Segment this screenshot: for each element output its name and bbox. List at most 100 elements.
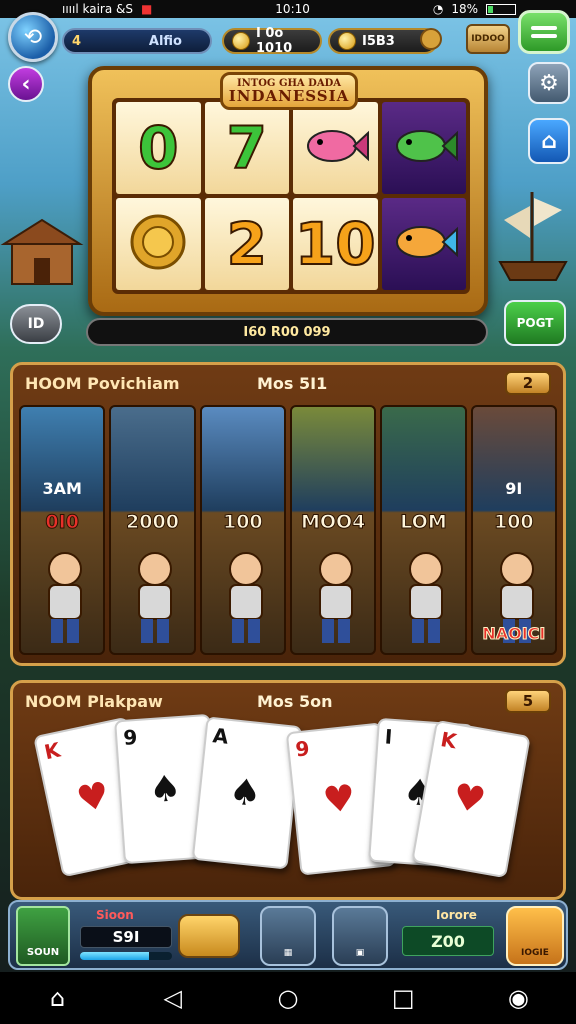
back-button[interactable]: ‹: [8, 66, 44, 102]
reel-cell: 2: [204, 198, 289, 290]
card-panel: NOOM Plakpaw Mos 5on 5 K ♥ 9 ♠ A ♠ 9 ♥ I ♠ K ♥: [10, 680, 566, 900]
android-nav-bar: ⌂ ◁ ○ □ ◉: [0, 972, 576, 1024]
refresh-icon: ⟲: [23, 24, 43, 50]
nav-recents-icon[interactable]: □: [383, 978, 423, 1018]
nav-home-icon[interactable]: ⌂: [38, 978, 78, 1018]
reel-cell: 7: [204, 102, 289, 194]
slot-readout-value: I60 R00 099: [243, 324, 331, 340]
chest-icon: ▣: [355, 948, 365, 958]
nav-extra-icon[interactable]: ◉: [498, 978, 538, 1018]
profile-button[interactable]: ⟲: [8, 12, 58, 62]
xp-value-box: S9I: [80, 926, 172, 948]
character-card[interactable]: LOM: [380, 405, 467, 655]
left-action-button[interactable]: ID: [10, 304, 62, 344]
shop-button[interactable]: IDDOO: [466, 24, 510, 54]
menu-line-icon: [531, 34, 557, 38]
gem-icon: [338, 32, 356, 50]
left-action-label: ID: [27, 316, 45, 332]
stage-label: SOUN: [26, 947, 60, 958]
inventory-button[interactable]: ▦: [260, 906, 316, 966]
slot-title-line-2: INDANESSIA: [228, 86, 350, 105]
gold-coin-icon: [128, 212, 188, 276]
right-action-button[interactable]: POGT: [504, 300, 566, 346]
character-grid: 3AM 0I0 2000 100 MOO4 LOM 9I 100 NAOICI: [19, 405, 557, 655]
character-panel-title: HOOM Povichiam: [25, 373, 180, 393]
xp-value: S9I: [112, 928, 140, 946]
character-panel-subtitle: Mos 5I1: [257, 373, 328, 393]
coin-balance-value: I 0o 1010: [256, 26, 293, 56]
card-panel-header: NOOM Plakpaw Mos 5on: [13, 683, 563, 719]
settings-button[interactable]: ⚙: [528, 62, 570, 104]
xp-progress-bar: [80, 952, 172, 960]
menu-line-icon: [531, 26, 557, 30]
character-card-top-label: 3AM: [42, 479, 82, 498]
stage-button[interactable]: SOUN: [16, 906, 70, 966]
win-value-box: Z00: [402, 926, 494, 956]
spin-button[interactable]: [178, 914, 240, 958]
green-fish-icon: [389, 121, 459, 175]
level-pill[interactable]: 4 Alfio: [62, 28, 212, 54]
character-card-value: LOM: [400, 511, 448, 534]
heart-suit-icon: ♥: [73, 774, 114, 822]
home-button[interactable]: ⌂: [528, 118, 570, 164]
character-panel: HOOM Povichiam Mos 5I1 2 3AM 0I0 2000 100 MO…: [10, 362, 566, 666]
gift-icon[interactable]: [420, 28, 442, 50]
heart-suit-icon: ♥: [449, 776, 489, 823]
character-card[interactable]: MOO4: [290, 405, 377, 655]
xp-label: Sioon: [96, 908, 134, 922]
pink-fish-icon: [300, 121, 370, 175]
playing-card-rank: A: [211, 723, 230, 749]
character-card[interactable]: 2000: [109, 405, 196, 655]
character-card-value: MOO4: [300, 511, 366, 534]
reel-cell: [381, 198, 466, 290]
inventory-icon: ▦: [283, 948, 293, 958]
character-card-name: NAOICI: [482, 624, 546, 644]
menu-button[interactable]: [518, 10, 570, 54]
reel-symbol-number: 7: [226, 114, 268, 182]
reel-cell: [116, 198, 201, 290]
spade-suit-icon: ♠: [147, 768, 183, 812]
playing-card-rank: 9: [122, 724, 139, 750]
win-value: Z00: [431, 931, 465, 951]
reel-symbol-number: 10: [294, 210, 377, 278]
character-card[interactable]: 100: [199, 405, 286, 655]
shop-badge-label: IDDOO: [471, 34, 505, 44]
character-card-value: 100: [222, 511, 263, 534]
nav-circle-icon[interactable]: ○: [268, 978, 308, 1018]
nav-back-icon[interactable]: ◁: [153, 978, 193, 1018]
character-card[interactable]: 9I 100 NAOICI: [470, 405, 557, 655]
card-panel-badge[interactable]: 5: [505, 689, 551, 713]
playing-card-rank: K: [42, 737, 63, 765]
reel-symbol-number: 0: [137, 114, 179, 182]
reel-cell: [293, 102, 378, 194]
heart-suit-icon: ♥: [321, 777, 358, 822]
playing-card-rank: I: [384, 724, 394, 749]
slot-machine[interactable]: 0 7 2 10 INTOG GHA DADA INDANESSIA: [88, 66, 488, 316]
spade-suit-icon: ♠: [226, 771, 264, 816]
reel-cell: 0: [116, 102, 201, 194]
character-panel-badge-value: 2: [522, 374, 534, 392]
character-card[interactable]: 3AM 0I0: [19, 405, 106, 655]
character-card-value: 2000: [126, 511, 180, 534]
card-panel-subtitle: Mos 5on: [257, 691, 333, 711]
slot-title-banner: INTOG GHA DADA INDANESSIA: [220, 72, 358, 110]
chevron-left-icon: ‹: [21, 71, 31, 97]
character-panel-badge[interactable]: 2: [505, 371, 551, 395]
slot-reels[interactable]: 0 7 2 10: [112, 98, 470, 294]
beach-hut-illustration: [0, 218, 84, 285]
right-action-label: POGT: [516, 316, 554, 330]
boost-label: IOGIE: [521, 948, 549, 958]
reel-symbol-number: 2: [226, 210, 268, 278]
level-number: 4: [72, 33, 82, 49]
coin-icon: [232, 32, 250, 50]
coin-balance[interactable]: I 0o 1010: [222, 26, 322, 56]
win-label: Iorore: [436, 908, 477, 922]
playing-card-rank: 9: [294, 736, 311, 762]
slot-readout: I60 R00 099: [86, 318, 488, 346]
character-card-value: 0I0: [45, 511, 80, 534]
boost-button[interactable]: IOGIE: [506, 906, 564, 966]
card-panel-badge-value: 5: [522, 692, 534, 710]
reel-cell: 10: [293, 198, 378, 290]
chest-button[interactable]: ▣: [332, 906, 388, 966]
gem-balance-value: I5B3: [362, 33, 395, 49]
